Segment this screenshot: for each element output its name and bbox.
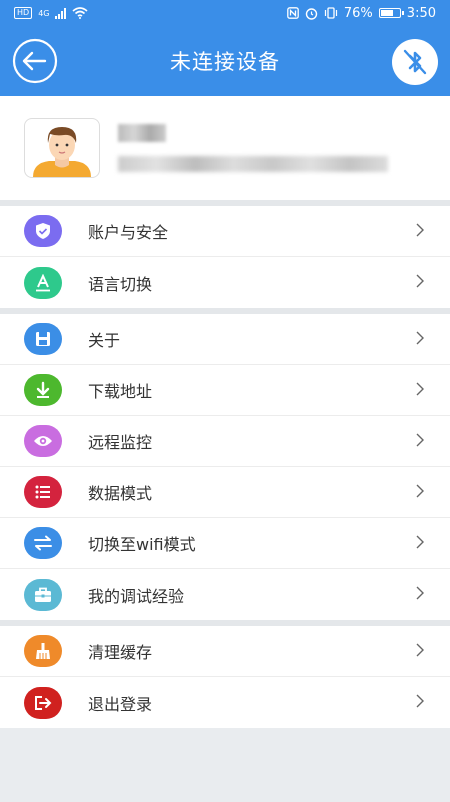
menu-item-clear-cache[interactable]: 清理缓存 [0,626,450,677]
chevron-right-icon [416,433,424,447]
icon-badge [24,323,62,355]
battery-percent: 76% [343,5,373,21]
back-button[interactable] [12,38,58,84]
hd-indicator: HD [14,7,33,19]
icon-badge [24,635,62,667]
bluetooth-button[interactable] [392,39,438,85]
menu-item-label: 我的调试经验 [88,586,185,606]
user-avatar-icon [33,127,91,177]
menu-item-label: 远程监控 [88,433,153,452]
bluetooth-disabled-icon [403,49,427,75]
chevron-right-icon [416,694,424,708]
menu-item-logout[interactable]: 退出登录 [0,677,450,728]
menu-item-label: 语言切换 [88,274,153,294]
language-icon [36,273,50,291]
avatar [24,118,100,178]
network-type: 4G [38,8,50,18]
wifi-icon [72,7,89,19]
menu-item-language[interactable]: 语言切换 [0,257,450,308]
nfc-icon [287,7,299,19]
icon-badge [24,215,62,247]
menu-item-data-mode[interactable]: 数据模式 [0,467,450,518]
menu-group-account: 账户与安全 语言切换 [0,206,450,308]
page-title: 未连接设备 [170,50,280,74]
download-icon [36,381,50,398]
chevron-right-icon [416,535,424,549]
clock: 3:50 [406,5,436,21]
menu-item-label: 下载地址 [88,382,153,401]
menu-group-general: 关于 下载地址 远程监控 数据模式 切换至wifi模式 我的调试经验 [0,314,450,620]
menu-item-switch-wifi[interactable]: 切换至wifi模式 [0,518,450,569]
empty-area [0,728,450,802]
profile-card[interactable] [0,96,450,200]
chevron-right-icon [416,484,424,498]
swap-icon [34,535,52,551]
chevron-right-icon [416,274,424,288]
menu-item-label: 账户与安全 [88,223,169,242]
icon-badge [24,686,62,719]
menu-item-label: 切换至wifi模式 [88,535,196,554]
username-redacted [118,124,166,142]
icon-badge [24,578,62,611]
shield-icon [36,223,50,239]
menu-group-system: 清理缓存 退出登录 [0,626,450,728]
chevron-right-icon [416,586,424,600]
toolbox-icon [35,587,51,602]
icon-badge [24,476,62,508]
app-header: 未连接设备 [0,26,450,96]
menu-item-remote-monitor[interactable]: 远程监控 [0,416,450,467]
icon-badge [24,527,62,559]
menu-item-label: 关于 [88,331,121,350]
logout-icon [35,695,52,710]
icon-badge [24,425,62,457]
account-info-redacted [118,156,388,172]
status-bar: HD 4G 76% 3:50 [0,0,450,26]
chevron-right-icon [416,382,424,396]
icon-badge [24,266,62,299]
menu-item-label: 退出登录 [88,694,153,714]
broom-icon [36,643,50,659]
battery-icon [378,8,404,18]
chevron-right-icon [416,223,424,237]
chevron-right-icon [416,643,424,657]
menu-item-label: 清理缓存 [88,643,153,662]
save-icon [36,332,50,346]
menu-item-about[interactable]: 关于 [0,314,450,365]
menu-item-label: 数据模式 [88,484,153,503]
chevron-right-icon [416,331,424,345]
menu-item-download[interactable]: 下载地址 [0,365,450,416]
signal-icon [55,7,67,19]
eye-icon [34,436,52,446]
vibrate-icon [324,7,337,19]
menu-item-account-security[interactable]: 账户与安全 [0,206,450,257]
icon-badge [24,374,62,406]
back-arrow-icon [12,38,58,84]
list-icon [35,485,50,499]
menu-item-debug-experience[interactable]: 我的调试经验 [0,569,450,620]
alarm-icon [305,7,318,20]
